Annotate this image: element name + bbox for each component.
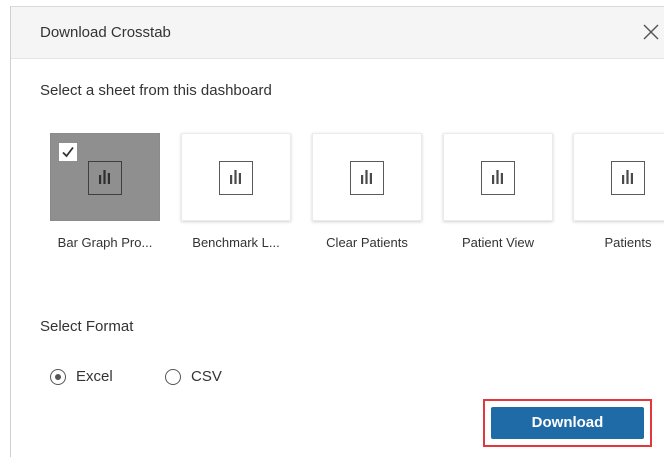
sheet-thumbnail[interactable] [312,133,422,221]
checkmark-icon [62,146,74,158]
sheet-item-label: Clear Patients [326,235,408,250]
bar-chart-icon [611,161,645,195]
bar-chart-icon [350,161,384,195]
sheet-item-bar-graph[interactable]: Bar Graph Pro... [50,7,160,250]
radio-button[interactable] [165,369,181,385]
bar-chart-icon [481,161,515,195]
download-button-highlight: Download [483,399,652,447]
format-section-label: Select Format [40,318,134,335]
sheet-thumbnail[interactable] [573,133,664,221]
sheet-item-label: Benchmark L... [192,235,280,250]
format-radio-excel[interactable]: Excel [50,367,130,389]
sheet-thumbnail[interactable] [443,133,553,221]
radio-label-excel: Excel [76,368,113,385]
sheet-item-patient-view[interactable]: Patient View [443,7,553,250]
sheet-item-patients[interactable]: Patients [573,7,664,250]
download-crosstab-dialog: Download Crosstab Select a sheet from th… [10,6,664,457]
radio-label-csv: CSV [191,368,222,385]
sheet-item-label: Patient View [461,235,535,250]
bar-chart-icon [88,161,122,195]
radio-button-selected[interactable] [50,369,66,385]
bar-chart-icon [219,161,253,195]
sheet-item-label: Bar Graph Pro... [57,235,153,250]
checkbox-checked[interactable] [59,143,77,161]
format-radio-csv[interactable]: CSV [165,367,245,389]
sheet-item-clear-patients[interactable]: Clear Patients [312,7,422,250]
sheet-item-benchmark[interactable]: Benchmark L... [181,7,291,250]
sheet-thumbnail[interactable] [50,133,160,221]
download-button[interactable]: Download [491,407,644,439]
sheet-thumbnail[interactable] [181,133,291,221]
sheet-item-label: Patients [604,235,652,250]
radio-dot [54,373,61,380]
